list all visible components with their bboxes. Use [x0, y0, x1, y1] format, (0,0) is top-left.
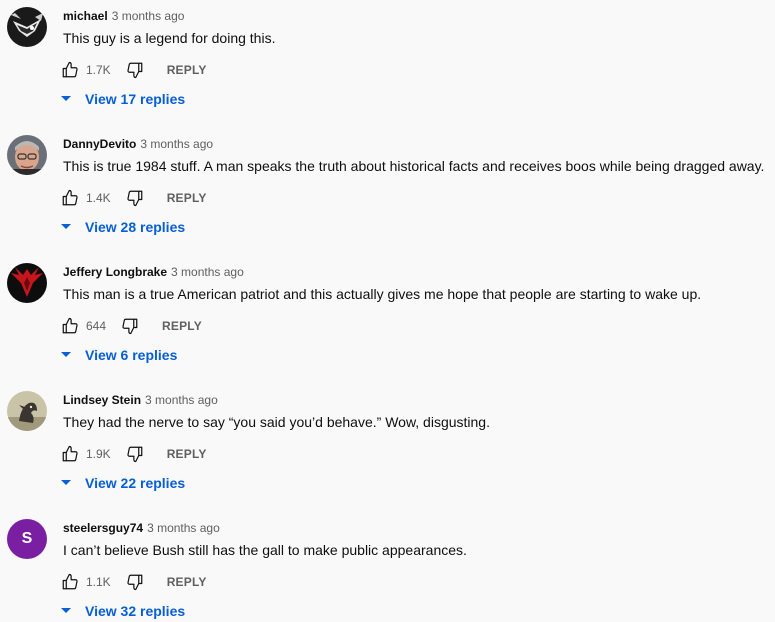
- comment-author[interactable]: Lindsey Stein: [63, 393, 141, 407]
- comment-text: I can’t believe Bush still has the gall …: [63, 542, 467, 558]
- avatar-image: [7, 391, 47, 431]
- comment-toolbar: 1.9K REPLY: [60, 443, 207, 465]
- comment-header: steelersguy74 3 months ago: [63, 520, 220, 536]
- like-count: 1.7K: [86, 63, 111, 77]
- avatar-image: [7, 263, 47, 303]
- reply-button[interactable]: REPLY: [167, 191, 207, 205]
- thumbs-up-icon[interactable]: [60, 444, 80, 464]
- view-replies-label: View 17 replies: [85, 91, 186, 107]
- reply-button[interactable]: REPLY: [167, 63, 207, 77]
- thumbs-down-icon[interactable]: [125, 188, 145, 208]
- comment-toolbar: 1.7K REPLY: [60, 59, 207, 81]
- avatar[interactable]: [7, 263, 47, 303]
- view-replies-button[interactable]: View 6 replies: [60, 345, 177, 365]
- comment-thread: Lindsey Stein 3 months ago They had the n…: [0, 384, 775, 512]
- caret-down-icon: [60, 346, 72, 364]
- comment-author[interactable]: DannyDevito: [63, 137, 136, 151]
- reply-button[interactable]: REPLY: [167, 575, 207, 589]
- view-replies-button[interactable]: View 32 replies: [60, 601, 185, 621]
- comments-section: michael 3 months ago This guy is a legend…: [0, 0, 775, 622]
- comment-thread: S steelersguy74 3 months ago I can’t beli…: [0, 512, 775, 622]
- thumbs-up-icon[interactable]: [60, 60, 80, 80]
- thumbs-up-icon[interactable]: [60, 316, 80, 336]
- comment-text: They had the nerve to say “you said you’…: [63, 414, 490, 430]
- view-replies-label: View 28 replies: [85, 219, 186, 235]
- avatar[interactable]: S: [7, 519, 47, 559]
- comment-thread: DannyDevito 3 months ago This is true 198…: [0, 128, 775, 256]
- comment-toolbar: 1.4K REPLY: [60, 187, 207, 209]
- like-count: 644: [86, 319, 107, 333]
- view-replies-label: View 22 replies: [85, 475, 186, 491]
- avatar[interactable]: [7, 7, 47, 47]
- caret-down-icon: [60, 474, 72, 492]
- avatar-image: [7, 135, 47, 175]
- view-replies-label: View 6 replies: [85, 347, 178, 363]
- thumbs-down-icon[interactable]: [120, 316, 140, 336]
- thumbs-up-icon[interactable]: [60, 188, 80, 208]
- comment-thread: michael 3 months ago This guy is a legend…: [0, 0, 775, 128]
- comment-author[interactable]: steelersguy74: [63, 521, 143, 535]
- comment-timestamp[interactable]: 3 months ago: [145, 393, 218, 407]
- view-replies-button[interactable]: View 22 replies: [60, 473, 185, 493]
- comment-timestamp[interactable]: 3 months ago: [112, 9, 185, 23]
- thumbs-down-icon[interactable]: [125, 60, 145, 80]
- reply-button[interactable]: REPLY: [162, 319, 202, 333]
- comment-header: DannyDevito 3 months ago: [63, 136, 213, 152]
- comment-text: This guy is a legend for doing this.: [63, 30, 276, 46]
- comment-header: michael 3 months ago: [63, 8, 184, 24]
- avatar-image: [7, 7, 47, 47]
- comment-toolbar: 644 REPLY: [60, 315, 202, 337]
- comment-header: Lindsey Stein 3 months ago: [63, 392, 218, 408]
- like-count: 1.4K: [86, 191, 111, 205]
- comment-timestamp[interactable]: 3 months ago: [147, 521, 220, 535]
- thumbs-up-icon[interactable]: [60, 572, 80, 592]
- comment-toolbar: 1.1K REPLY: [60, 571, 207, 593]
- avatar-letter: S: [21, 530, 33, 547]
- like-count: 1.9K: [86, 447, 111, 461]
- avatar[interactable]: [7, 135, 47, 175]
- avatar[interactable]: [7, 391, 47, 431]
- thumbs-down-icon[interactable]: [125, 572, 145, 592]
- caret-down-icon: [60, 90, 72, 108]
- comment-timestamp[interactable]: 3 months ago: [140, 137, 213, 151]
- comment-author[interactable]: michael: [63, 9, 108, 23]
- view-replies-button[interactable]: View 17 replies: [60, 89, 185, 109]
- comment-header: Jeffery Longbrake 3 months ago: [63, 264, 244, 280]
- view-replies-button[interactable]: View 28 replies: [60, 217, 185, 237]
- caret-down-icon: [60, 218, 72, 236]
- reply-button[interactable]: REPLY: [167, 447, 207, 461]
- comment-thread: Jeffery Longbrake 3 months ago This man i…: [0, 256, 775, 384]
- comment-timestamp[interactable]: 3 months ago: [171, 265, 244, 279]
- view-replies-label: View 32 replies: [85, 603, 186, 619]
- thumbs-down-icon[interactable]: [125, 444, 145, 464]
- like-count: 1.1K: [86, 575, 111, 589]
- comment-text: This man is a true American patriot and …: [63, 286, 702, 302]
- caret-down-icon: [60, 602, 72, 620]
- comment-text: This is true 1984 stuff. A man speaks th…: [63, 158, 765, 174]
- comment-author[interactable]: Jeffery Longbrake: [63, 265, 167, 279]
